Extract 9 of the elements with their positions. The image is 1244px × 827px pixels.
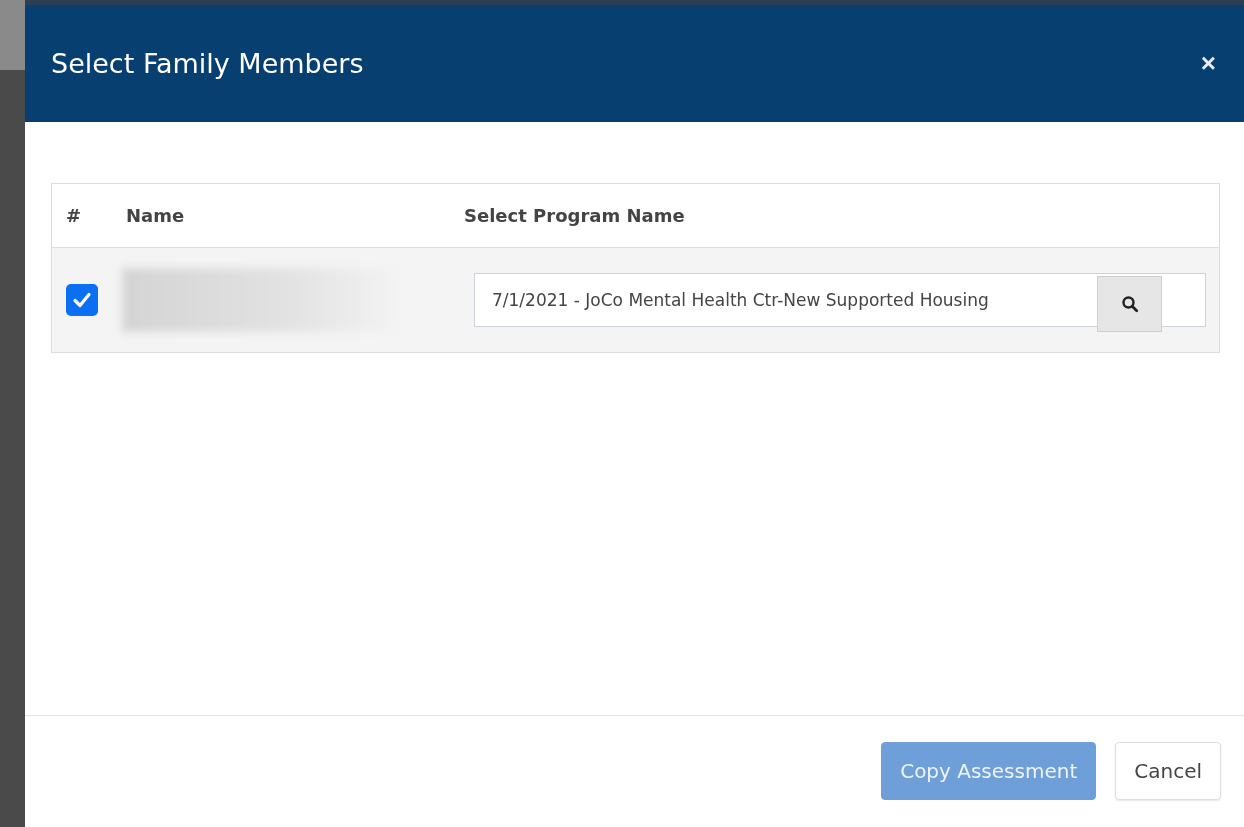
column-header: Select Program Name [464, 205, 685, 226]
cancel-button[interactable]: Cancel [1115, 742, 1221, 800]
dialog-title: Select Family Members [51, 48, 364, 79]
search-button[interactable] [1097, 276, 1162, 332]
column-header: # [66, 205, 82, 226]
search-icon [1120, 295, 1139, 313]
checkbox[interactable] [66, 284, 98, 316]
close-button[interactable]: × [1200, 48, 1216, 79]
column-header: Name [126, 205, 185, 226]
